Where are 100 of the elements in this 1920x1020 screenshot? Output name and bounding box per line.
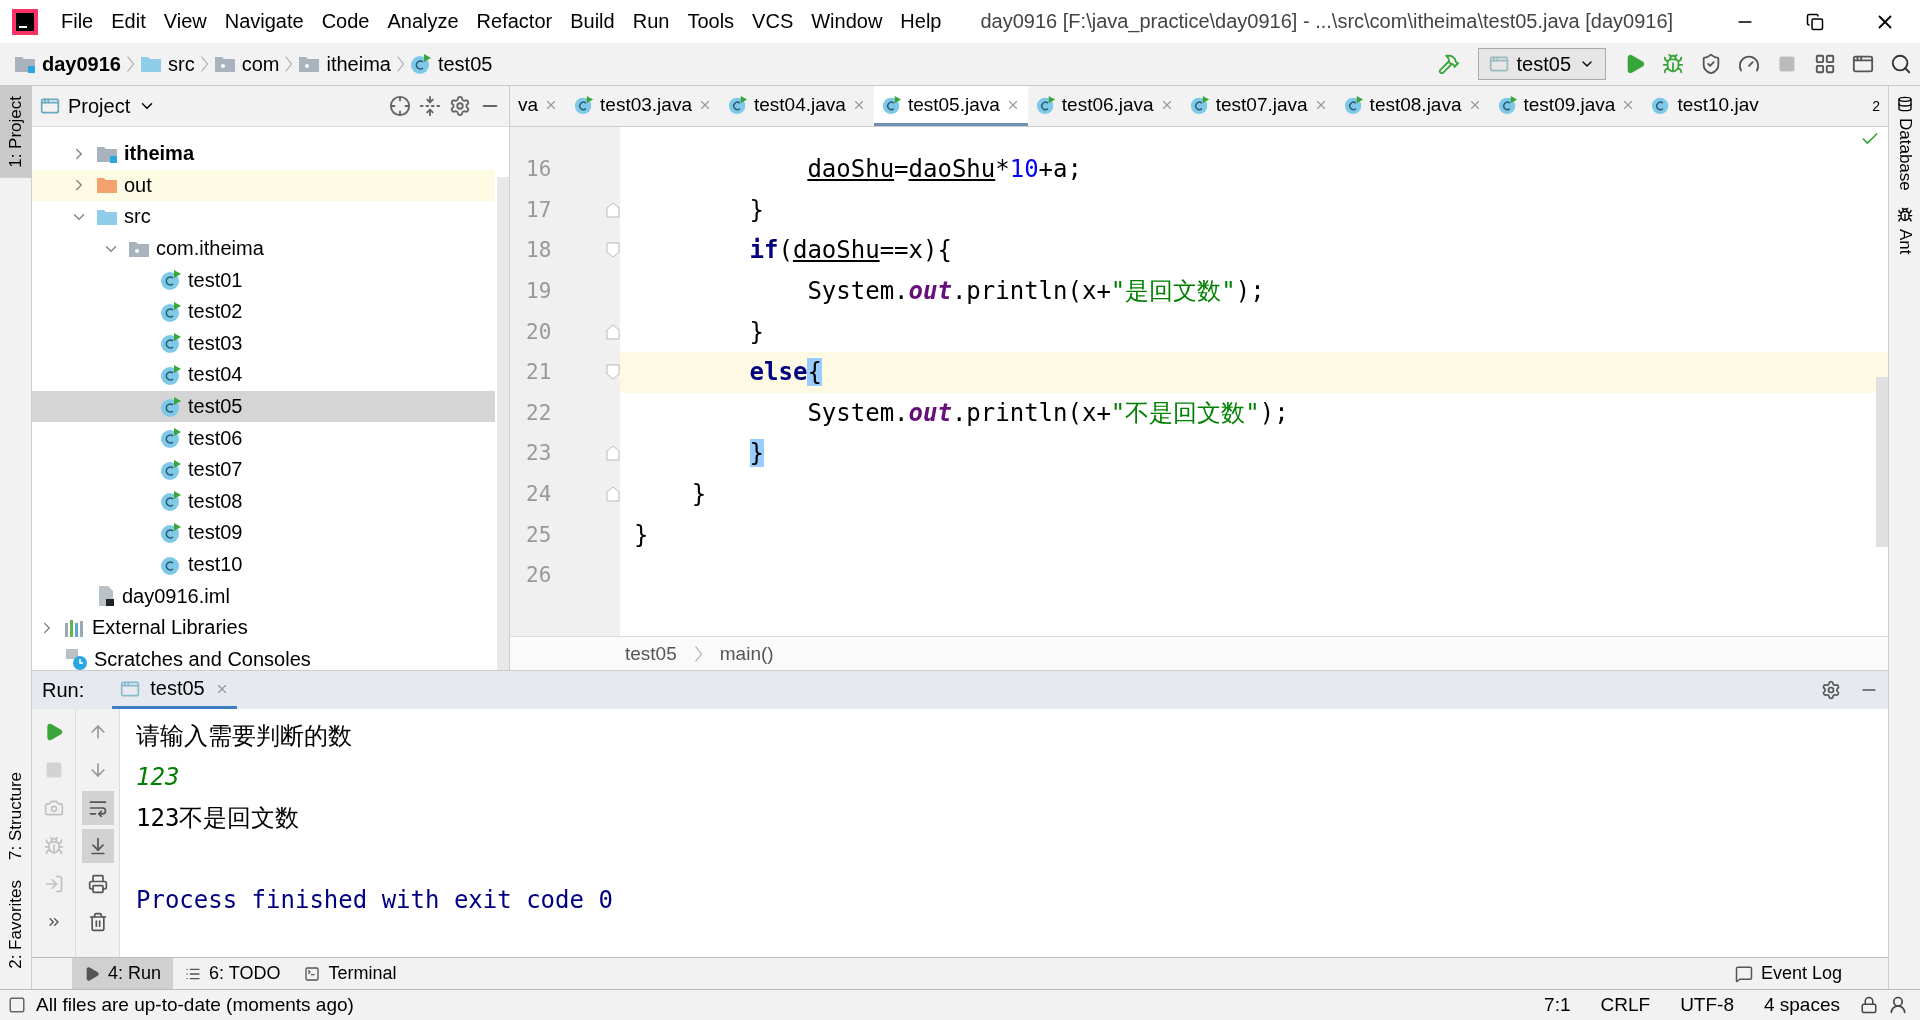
status-item[interactable]: UTF-8 [1670, 994, 1744, 1016]
menu-item[interactable]: File [52, 10, 103, 33]
tree-row[interactable]: test01 [32, 264, 495, 296]
menu-item[interactable]: VCS [743, 10, 803, 33]
tree-row[interactable]: itheima [32, 138, 495, 170]
tree-row[interactable]: test04 [32, 359, 495, 391]
separator-icon [694, 645, 702, 662]
editor-tab[interactable]: test05.java [873, 86, 1028, 126]
person-icon[interactable] [1888, 995, 1908, 1015]
fold-marker-icon[interactable] [606, 323, 620, 340]
tool-window-tab[interactable]: Database [1894, 96, 1915, 191]
breadcrumb[interactable]: com [213, 52, 280, 76]
status-item[interactable]: CRLF [1590, 994, 1661, 1016]
breadcrumb[interactable]: src [139, 52, 195, 76]
runnable-class-icon [574, 94, 595, 115]
tool-tab[interactable]: 6: TODO [173, 958, 293, 989]
tree-row[interactable]: test03 [32, 327, 495, 360]
collapse-all-icon[interactable] [419, 95, 441, 117]
wrap-icon[interactable] [87, 798, 108, 818]
breadcrumb[interactable]: main() [719, 642, 774, 665]
app-logo-icon [12, 8, 38, 35]
editor-tab[interactable]: test10.jav [1643, 86, 1767, 126]
locate-icon[interactable] [389, 95, 411, 117]
shield-icon[interactable] [1700, 53, 1722, 75]
tree-label: test09 [188, 521, 243, 545]
tree-row[interactable]: test02 [32, 295, 495, 328]
status-item[interactable]: 4 spaces [1753, 994, 1850, 1016]
fold-marker-icon[interactable] [606, 486, 620, 503]
tool-window-tab[interactable]: 7: Structure [0, 762, 32, 871]
restore-icon[interactable] [1806, 12, 1824, 31]
code-line: System.out.println(x+"是回文数"); [807, 276, 1265, 308]
menu-item[interactable]: Build [561, 10, 624, 33]
tree-row[interactable]: test08 [32, 485, 495, 518]
fold-marker-icon[interactable] [606, 242, 620, 259]
tool-tab[interactable]: Terminal [292, 958, 409, 989]
tool-window-tab[interactable]: Ant [1894, 206, 1915, 255]
status-item[interactable]: 7:1 [1534, 994, 1581, 1016]
bug-icon[interactable] [1662, 53, 1684, 75]
menu-item[interactable]: Analyze [378, 10, 468, 33]
tree-row[interactable]: com.itheima [32, 232, 495, 265]
tree-row[interactable]: test09 [32, 517, 495, 549]
tool-window-tab[interactable]: 2: Favorites [0, 870, 32, 979]
window-icon[interactable] [1852, 53, 1874, 75]
breadcrumb[interactable]: day0916 [14, 52, 121, 76]
tree-row[interactable]: test06 [32, 422, 495, 454]
menu-item[interactable]: Code [312, 10, 379, 33]
tree-row[interactable]: test07 [32, 453, 495, 486]
tree-row[interactable]: test05 [32, 390, 495, 423]
menu-item[interactable]: Help [891, 10, 951, 33]
hammer-icon[interactable] [1437, 53, 1460, 75]
tree-row[interactable]: Scratches and Consoles [32, 643, 495, 670]
settings-icon[interactable] [1821, 680, 1841, 700]
fold-marker-icon[interactable] [606, 201, 620, 218]
tool-tab[interactable]: 4: Run [72, 958, 174, 989]
editor-tab[interactable]: test03.java [566, 86, 720, 126]
tree-row[interactable]: External Libraries [32, 611, 495, 644]
menu-item[interactable]: Edit [102, 10, 155, 33]
editor-tab[interactable]: test09.java [1489, 86, 1644, 126]
grid-icon[interactable] [1814, 53, 1836, 75]
tree-row[interactable]: test10 [32, 548, 495, 581]
tree-label: test03 [188, 331, 243, 355]
breadcrumb[interactable]: test05 [625, 642, 677, 665]
tree-label: test08 [188, 489, 243, 513]
tree-row[interactable]: src [32, 201, 495, 233]
tree-row[interactable]: day0916.iml [32, 580, 495, 612]
line-number: 21 [526, 360, 552, 385]
folder-icon [96, 207, 118, 227]
editor-tab[interactable]: test07.java [1181, 86, 1336, 126]
breadcrumb[interactable]: itheima [298, 52, 391, 76]
scrollbar[interactable] [1876, 377, 1888, 547]
event-log-button[interactable]: Event Log [1734, 958, 1888, 989]
runnable-class-icon [160, 521, 182, 544]
tree-label: test04 [188, 363, 243, 387]
menu-item[interactable]: Tools [678, 10, 744, 33]
excluded-folder-row[interactable]: out [32, 169, 495, 202]
menu-item[interactable]: View [154, 10, 216, 33]
print-icon[interactable] [87, 874, 108, 894]
run-config-dropdown[interactable]: test05 [1477, 48, 1606, 80]
menu-item[interactable]: Run [623, 10, 679, 33]
panel-title[interactable]: Project [68, 94, 131, 118]
menu-item[interactable]: Refactor [467, 10, 562, 33]
fold-marker-icon[interactable] [606, 445, 620, 462]
folder-icon [96, 175, 118, 196]
settings-icon[interactable] [449, 95, 471, 117]
hidden-tabs-count[interactable]: 2 [1864, 86, 1888, 126]
lock-icon[interactable] [1860, 996, 1878, 1014]
search-icon[interactable] [1890, 53, 1912, 75]
editor-tab[interactable]: test06.java [1027, 86, 1182, 126]
fold-marker-icon[interactable] [606, 364, 620, 381]
menu-item[interactable]: Window [802, 10, 892, 33]
menu-item[interactable]: Navigate [215, 10, 313, 33]
editor-tab[interactable]: test08.java [1335, 86, 1490, 126]
editor-tab[interactable]: va [510, 86, 567, 126]
scrollbar[interactable] [497, 177, 509, 670]
trash-icon[interactable] [87, 912, 108, 932]
tool-window-tab[interactable]: 1: Project [0, 86, 32, 178]
editor-tab[interactable]: test04.java [720, 86, 874, 126]
status-icon[interactable] [8, 996, 26, 1014]
stop-icon[interactable] [1778, 55, 1796, 73]
breadcrumb[interactable]: test05 [409, 52, 493, 76]
